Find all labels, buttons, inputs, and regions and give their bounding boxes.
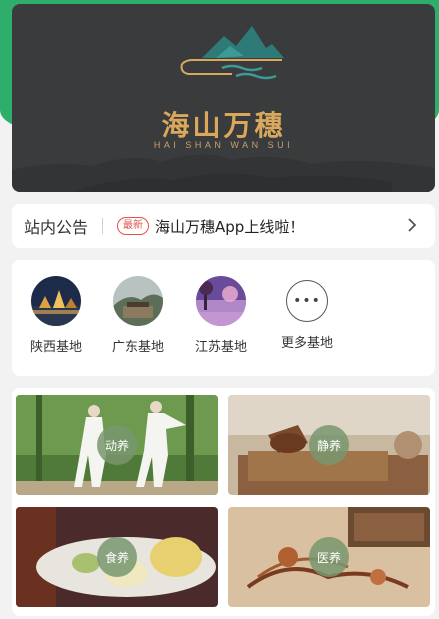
base-item-guangdong[interactable]: 广东基地 — [101, 276, 175, 355]
brand-name-latin: HAI SHAN WAN SUI — [153, 140, 294, 150]
tile-label: 食养 — [97, 537, 137, 577]
tile-quiet-care[interactable]: 静养 — [228, 395, 430, 495]
tile-medical-care[interactable]: 医养 — [228, 507, 430, 607]
shaanxi-photo-icon — [31, 276, 81, 326]
base-item-shaanxi[interactable]: 陕西基地 — [19, 276, 93, 355]
tile-label: 静养 — [309, 425, 349, 465]
announcement-title: 站内公告 — [24, 218, 89, 237]
announcement-text[interactable]: 海山万穗App上线啦！ — [155, 216, 304, 237]
category-grid: 动养 静养 食养 医养 — [12, 388, 435, 616]
base-nav-panel: 陕西基地 广东基地 江苏基地 ••• 更多基地 — [12, 260, 435, 376]
announcement-bar[interactable]: 站内公告 最新 海山万穗App上线啦！ — [12, 204, 435, 248]
guangdong-photo-icon — [113, 276, 163, 326]
tile-label: 医养 — [309, 537, 349, 577]
tile-food-care[interactable]: 食养 — [16, 507, 218, 607]
base-label: 江苏基地 — [194, 340, 247, 355]
base-label: 更多基地 — [280, 336, 333, 351]
brand-name: 海山万穗 — [161, 109, 286, 142]
tile-active-care[interactable]: 动养 — [16, 395, 218, 495]
base-item-more[interactable]: ••• 更多基地 — [270, 276, 344, 351]
more-dots-icon: ••• — [286, 280, 328, 322]
base-item-jiangsu[interactable]: 江苏基地 — [184, 276, 258, 355]
tile-label: 动养 — [97, 425, 137, 465]
announcement-divider — [102, 218, 104, 234]
jiangsu-photo-icon — [196, 276, 246, 326]
brand-logo-icon — [180, 26, 284, 80]
chevron-right-icon[interactable] — [407, 217, 417, 233]
base-label: 广东基地 — [111, 340, 164, 355]
hero-banner[interactable]: 海山万穗 HAI SHAN WAN SUI — [12, 4, 435, 192]
new-badge: 最新 — [117, 217, 150, 235]
base-label: 陕西基地 — [29, 340, 82, 355]
